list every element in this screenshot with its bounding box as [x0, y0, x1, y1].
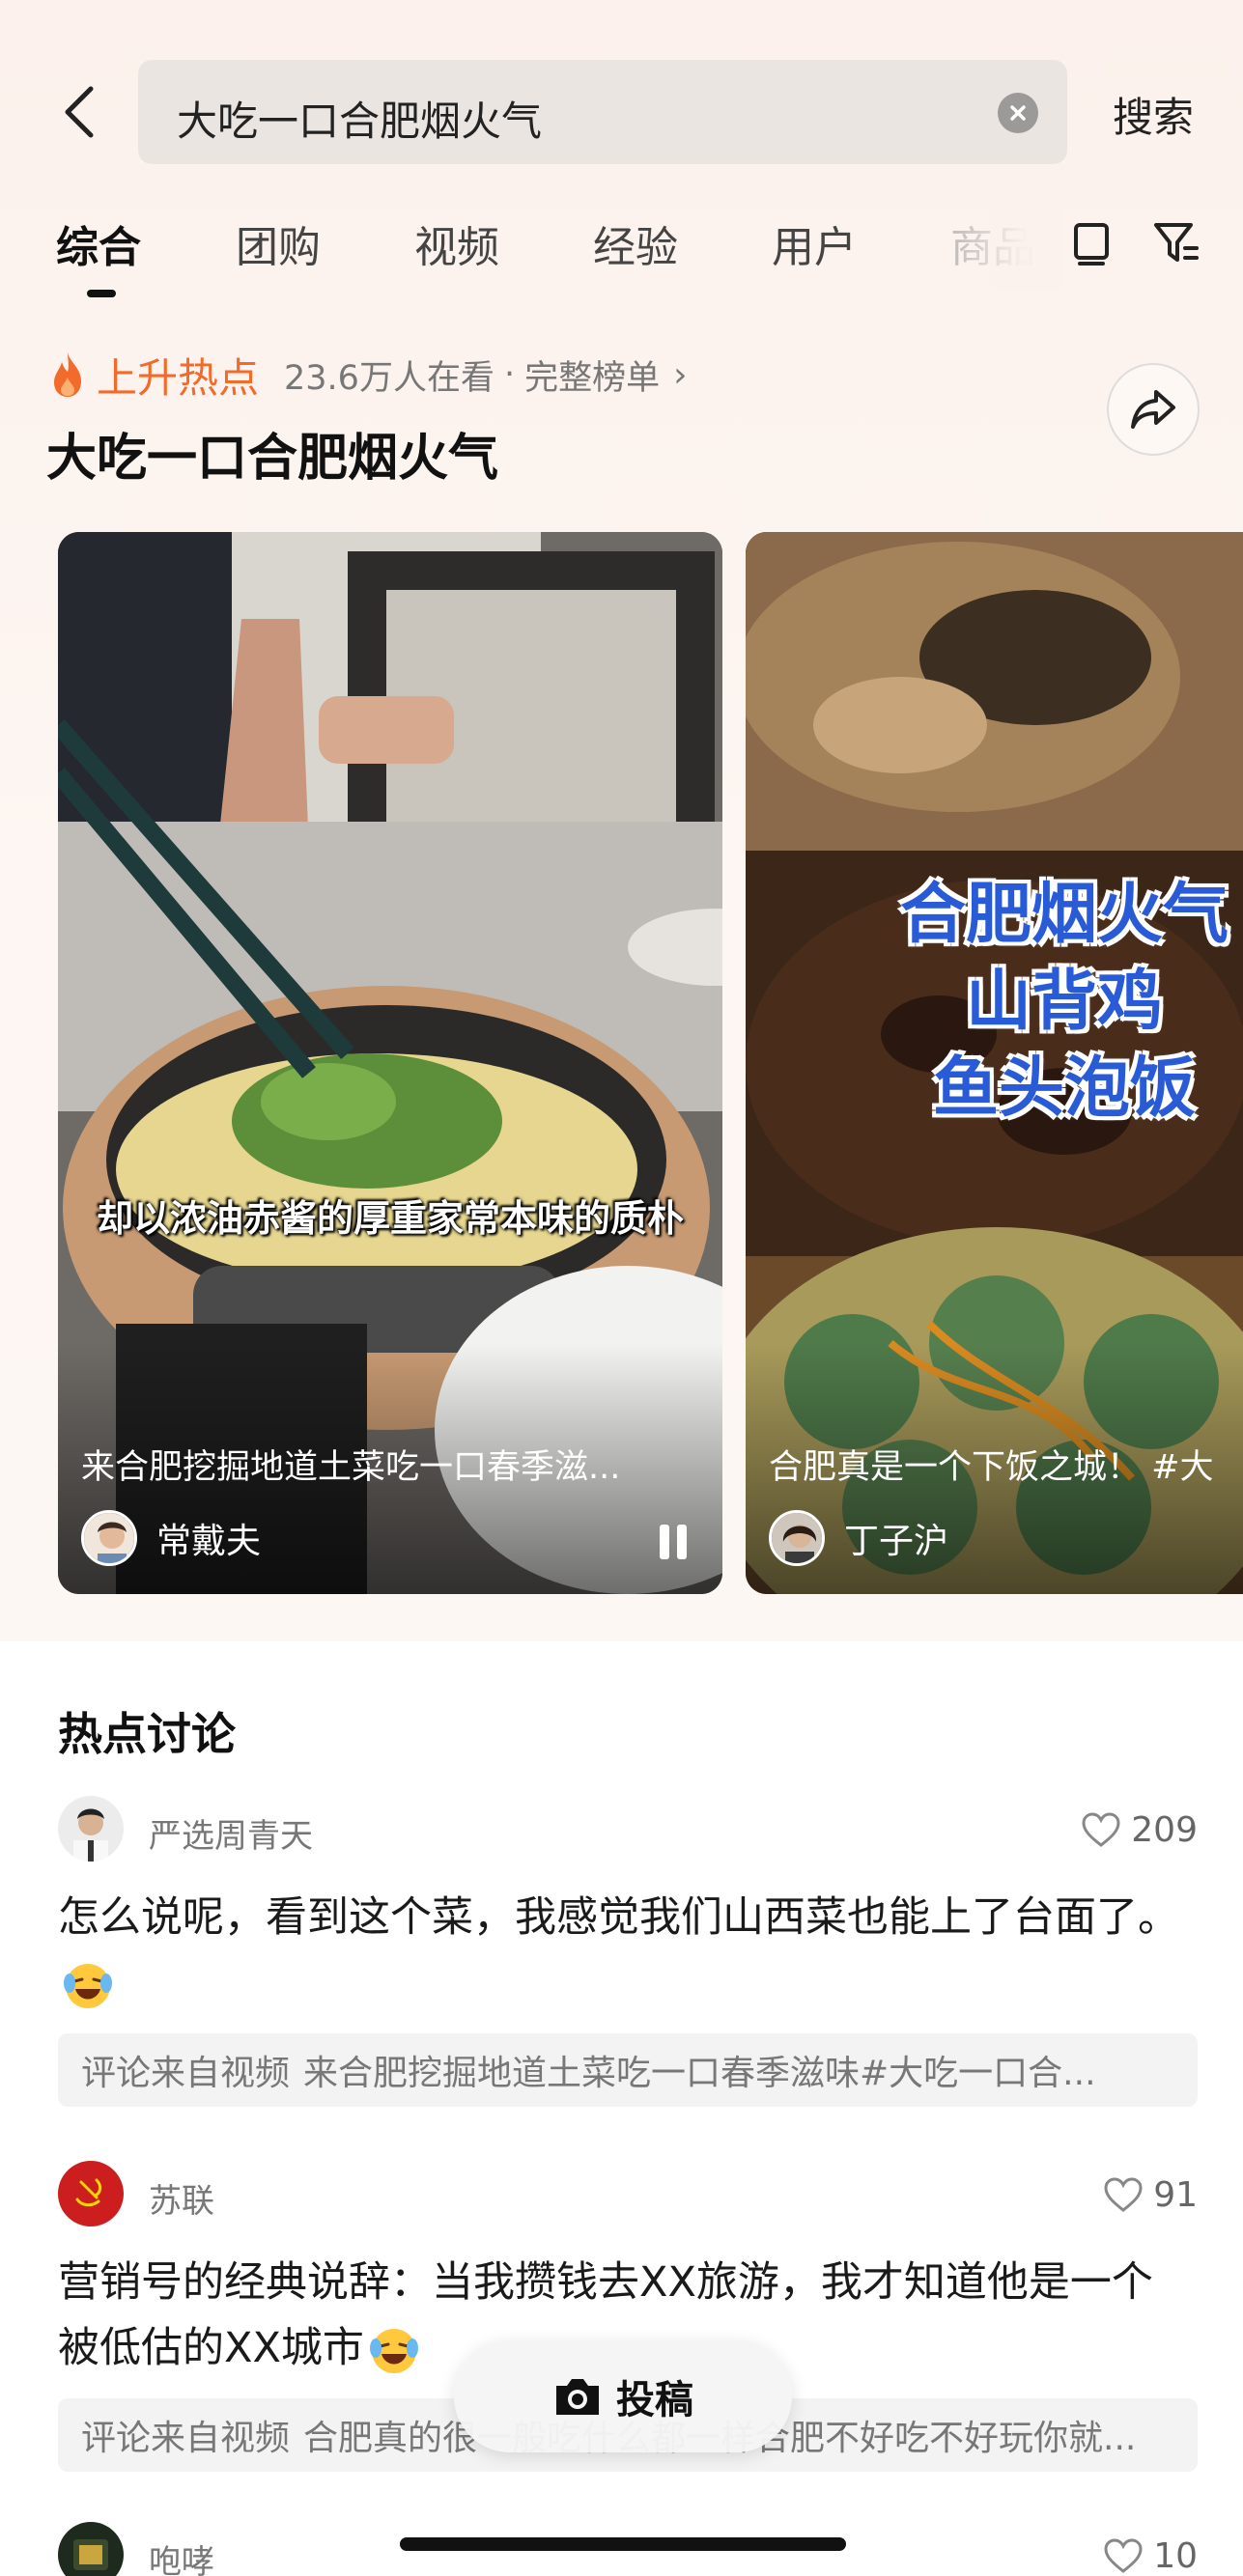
flame-icon — [54, 352, 81, 397]
share-icon — [1131, 390, 1175, 429]
comment-username[interactable]: 咆哮 — [149, 2535, 214, 2576]
tab-fade-overlay — [927, 203, 1062, 290]
video-caption: 来合肥挖掘地道土菜吃一口春季滋... — [81, 1448, 621, 1487]
comment-text: 怎么说呢，看到这个菜，我感觉我们山西菜也能上了台面了。 — [58, 1893, 1179, 1942]
section-title: 热点讨论 — [58, 1708, 236, 1760]
clear-search-button[interactable] — [998, 93, 1038, 133]
comment-header: 苏联 91 — [58, 2161, 1198, 2230]
filter-button[interactable] — [1149, 216, 1203, 270]
source-prefix: 评论来自视频 — [81, 2419, 291, 2458]
laughing-crying-emoji-icon — [64, 1963, 112, 2008]
heart-icon — [1082, 1812, 1120, 1847]
hot-label: 上升热点 — [97, 353, 260, 402]
overlay-title-line: 鱼头泡饭 — [932, 1050, 1196, 1127]
comment-source[interactable]: 评论来自视频 来合肥挖掘地道土菜吃一口春季滋味#大吃一口合... — [58, 2033, 1198, 2107]
tab-comprehensive[interactable]: 综合 — [56, 212, 141, 274]
separator-dot: · — [503, 355, 516, 394]
filter-icon — [1154, 223, 1199, 262]
tab-video[interactable]: 视频 — [414, 212, 499, 274]
tab-list-icon — [1074, 223, 1109, 266]
author-name: 常戴夫 — [156, 1522, 262, 1561]
back-button[interactable] — [50, 81, 108, 143]
source-video-title: 来合肥挖掘地道土菜吃一口春季滋味#大吃一口合... — [303, 2054, 1096, 2093]
avatar[interactable] — [58, 2522, 124, 2576]
share-button[interactable] — [1107, 363, 1200, 456]
like-button[interactable]: 91 — [1103, 2170, 1198, 2219]
active-tab-indicator — [87, 290, 116, 297]
comment-body: 怎么说呢，看到这个菜，我感觉我们山西菜也能上了台面了。 — [58, 1885, 1188, 2016]
home-indicator — [400, 2537, 846, 2551]
close-icon — [1010, 105, 1026, 121]
post-label: 投稿 — [616, 2378, 693, 2422]
avatar — [81, 1510, 137, 1566]
video-author[interactable]: 丁子沪 — [769, 1509, 948, 1567]
comment-header: 严选周青天 209 — [58, 1796, 1198, 1865]
avatar — [769, 1510, 825, 1566]
like-count: 91 — [1153, 2174, 1198, 2215]
like-button[interactable]: 10 — [1103, 2532, 1198, 2576]
post-button[interactable]: 投稿 — [454, 2340, 792, 2452]
chevron-right-icon: › — [673, 354, 688, 395]
search-query: 大吃一口合肥烟火气 — [177, 98, 543, 145]
comment-username[interactable]: 严选周青天 — [149, 1809, 313, 1857]
full-list-link[interactable]: 完整榜单 — [524, 350, 660, 400]
overlay-title-line: 合肥烟火气 — [899, 877, 1229, 953]
laughing-crying-emoji-icon — [369, 2328, 418, 2373]
heart-icon — [1104, 2177, 1143, 2212]
chevron-left-icon — [65, 86, 94, 138]
tab-bar: 综合 团购 视频 经验 用户 商品 — [0, 203, 1243, 299]
like-count: 10 — [1153, 2535, 1198, 2576]
heart-icon — [1104, 2538, 1143, 2573]
hot-topic-line[interactable]: 上升热点 23.6万人在看 · 完整榜单 › — [48, 346, 688, 404]
overlay-title-line: 山背鸡 — [965, 964, 1163, 1040]
like-button[interactable]: 209 — [1081, 1806, 1198, 1854]
search-input[interactable]: 大吃一口合肥烟火气 — [138, 60, 1067, 164]
pause-icon — [660, 1525, 669, 1559]
tab-list-button[interactable] — [1064, 216, 1118, 270]
avatar[interactable] — [58, 1796, 124, 1862]
tab-group-buy[interactable]: 团购 — [236, 212, 321, 274]
viewer-count: 23.6万人在看 — [284, 358, 494, 398]
tab-experience[interactable]: 经验 — [593, 212, 678, 274]
tab-users[interactable]: 用户 — [772, 212, 857, 274]
source-prefix: 评论来自视频 — [81, 2054, 291, 2093]
avatar[interactable] — [58, 2161, 124, 2226]
video-card[interactable]: 却以浓油赤酱的厚重家常本味的质朴 来合肥挖掘地道土菜吃一口春季滋... 常戴夫 — [58, 532, 722, 1594]
comment-item[interactable]: 严选周青天 209 怎么说呢，看到这个菜，我感觉我们山西菜也能上了台面了。 评论… — [58, 1796, 1198, 2107]
search-button[interactable]: 搜索 — [1113, 85, 1194, 144]
video-subtitle: 却以浓油赤酱的厚重家常本味的质朴 — [96, 1197, 684, 1240]
video-caption: 合肥真是一个下饭之城！ #大 — [769, 1448, 1214, 1487]
video-card[interactable]: 合肥烟火气 山背鸡 鱼头泡饭 合肥真是一个下饭之城！ #大 丁子沪 — [746, 532, 1243, 1594]
hot-topic-title: 大吃一口合肥烟火气 — [46, 430, 499, 488]
camera-icon — [556, 2379, 599, 2415]
pause-button[interactable] — [655, 1525, 692, 1563]
video-author[interactable]: 常戴夫 — [81, 1509, 261, 1567]
author-name: 丁子沪 — [844, 1522, 949, 1561]
like-count: 209 — [1131, 1809, 1198, 1850]
search-bar-row: 大吃一口合肥烟火气 搜索 — [0, 58, 1243, 166]
comment-username[interactable]: 苏联 — [149, 2174, 214, 2222]
